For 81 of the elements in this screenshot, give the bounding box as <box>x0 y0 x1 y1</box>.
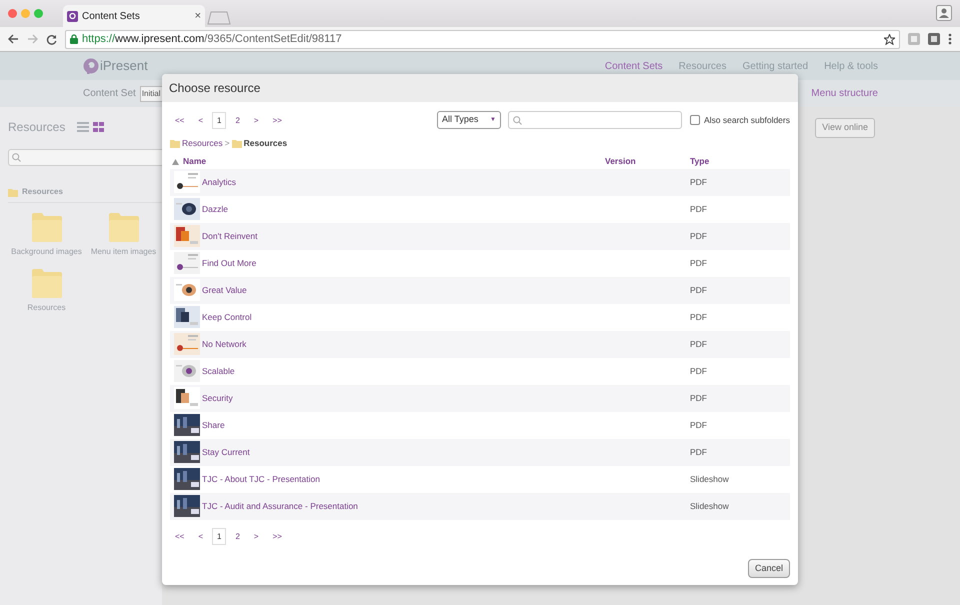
reload-icon[interactable] <box>46 34 57 44</box>
type-text: PDF <box>690 204 707 214</box>
resource-link[interactable]: Great Value <box>202 284 247 297</box>
type-text: PDF <box>690 258 707 268</box>
type-text: PDF <box>690 338 707 349</box>
page-link[interactable]: 1 <box>212 528 226 545</box>
page-link[interactable]: 2 <box>230 528 245 545</box>
folder-icon <box>232 138 242 148</box>
resource-link[interactable]: Security <box>202 392 233 405</box>
folder-icon[interactable] <box>108 212 138 242</box>
page-link[interactable]: < <box>193 528 208 545</box>
page-link[interactable]: < <box>193 112 208 128</box>
grid-view-icon[interactable] <box>93 122 104 132</box>
type-text: Slideshow <box>690 474 729 484</box>
type-text: PDF <box>690 366 707 376</box>
resource-link[interactable]: Analytics <box>202 176 236 189</box>
column-header[interactable]: Name <box>183 155 206 168</box>
breadcrumb-separator: > <box>224 137 230 150</box>
column-header[interactable]: Type <box>690 155 710 168</box>
dialog-title: Choose resource <box>169 80 260 97</box>
forward-icon[interactable] <box>27 34 38 44</box>
column-header[interactable]: Version <box>605 155 636 168</box>
bookmark-star-icon[interactable] <box>884 34 895 44</box>
folder-icon[interactable] <box>32 212 62 242</box>
menu-icon[interactable] <box>948 33 952 45</box>
logo-text: iPresent <box>100 57 148 76</box>
tab-close-button[interactable]: × <box>194 8 201 24</box>
tab-title: Content Sets <box>82 10 141 24</box>
resource-link[interactable]: No Network <box>202 338 246 351</box>
page-link[interactable]: 2 <box>230 112 245 128</box>
page-link[interactable]: > <box>248 528 264 545</box>
resource-link[interactable]: Scalable <box>202 364 235 378</box>
page-link[interactable]: << <box>170 528 190 545</box>
extension-icon[interactable] <box>928 33 940 45</box>
resource-link[interactable]: Find Out More <box>202 256 256 270</box>
page-link[interactable]: > <box>248 112 264 128</box>
panel-title: Resources <box>8 119 66 136</box>
type-text: PDF <box>690 230 707 241</box>
folder-icon <box>170 138 180 148</box>
search-icon <box>12 153 21 162</box>
type-text: PDF <box>690 176 707 187</box>
search-field[interactable] <box>8 149 162 166</box>
cancel-button[interactable]: Cancel <box>748 558 790 578</box>
checkbox[interactable] <box>690 115 700 125</box>
search-field[interactable] <box>508 111 682 129</box>
resource-link[interactable]: TJC - About TJC - Presentation <box>202 472 320 486</box>
lock-icon <box>70 34 78 44</box>
new-tab-button[interactable] <box>207 11 231 25</box>
type-text: Slideshow <box>690 500 729 511</box>
zoom-window-button[interactable] <box>34 9 43 18</box>
ipresent-logo-icon <box>83 58 99 74</box>
page-link[interactable]: << <box>170 112 190 128</box>
type-text: PDF <box>690 392 707 403</box>
breadcrumb-link[interactable]: Resources <box>244 137 288 150</box>
type-text: PDF <box>690 312 707 322</box>
address-bar[interactable]: https://www.ipresent.com/9365/ContentSetEdit/98117 <box>65 30 900 48</box>
page-link[interactable]: >> <box>268 528 287 545</box>
list-view-icon[interactable] <box>77 122 90 132</box>
profile-icon[interactable] <box>936 5 952 21</box>
resource-link[interactable]: Share <box>202 418 225 432</box>
type-text: PDF <box>690 420 707 430</box>
folder-icon <box>8 188 18 196</box>
page-link[interactable]: >> <box>268 112 287 128</box>
breadcrumb-link[interactable]: Resources <box>182 137 223 150</box>
app-logo-icon <box>67 10 78 22</box>
resource-link[interactable]: Keep Control <box>202 310 252 324</box>
close-window-button[interactable] <box>8 9 17 18</box>
resource-link[interactable]: Dazzle <box>202 202 228 216</box>
resource-link[interactable]: TJC - Audit and Assurance - Presentation <box>202 500 358 513</box>
search-icon <box>513 116 522 124</box>
page-link[interactable]: 1 <box>212 112 226 128</box>
back-icon[interactable] <box>8 34 19 44</box>
minimize-window-button[interactable] <box>21 9 30 18</box>
folder-icon[interactable] <box>32 268 62 298</box>
checkbox-label: Also search subfolders <box>704 114 790 126</box>
resource-link[interactable]: Stay Current <box>202 446 250 459</box>
resource-link[interactable]: Don't Reinvent <box>202 230 258 243</box>
type-text: PDF <box>690 284 707 295</box>
content-set-label: Content Set <box>83 87 136 101</box>
browser-tab[interactable]: Content Sets × <box>63 5 205 27</box>
type-text: PDF <box>690 446 707 457</box>
